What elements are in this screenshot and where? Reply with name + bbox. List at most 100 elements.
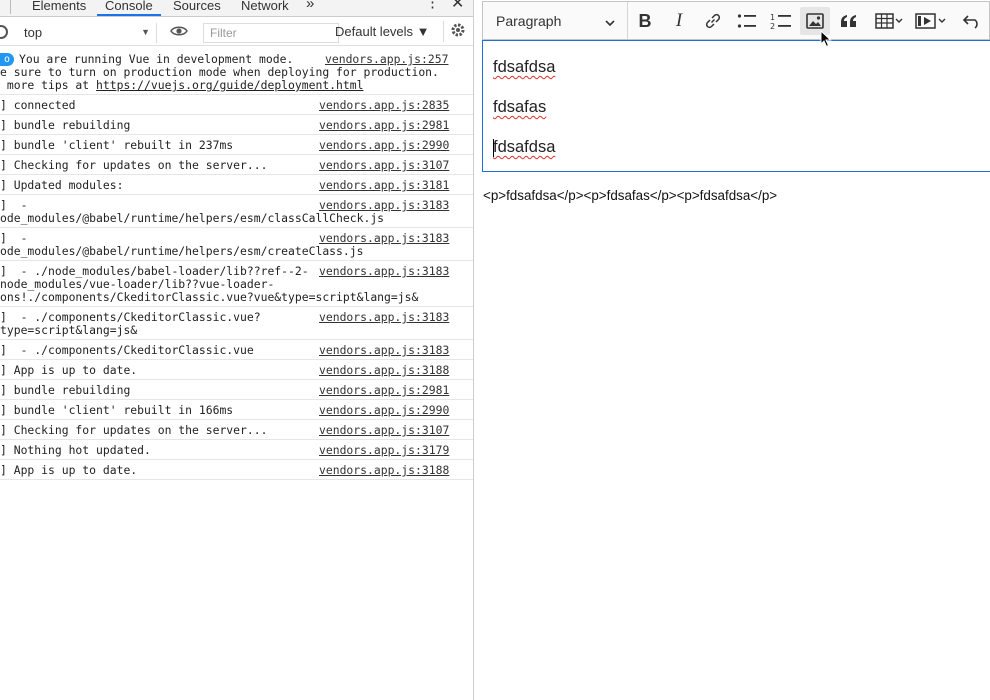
- console-message-text: ] Checking for updates on the server...: [0, 423, 268, 437]
- console-message-text: ] App is up to date.: [0, 463, 138, 477]
- console-message: ] bundle 'client' rebuilt in 166ms vendor…: [0, 400, 473, 420]
- dropdown-arrow-icon: ▼: [141, 27, 150, 37]
- console-message-text: ] bundle rebuilding: [0, 383, 131, 397]
- source-link[interactable]: vendors.app.js:3107: [319, 423, 449, 437]
- console-log: o You are running Vue in development mode…: [0, 49, 473, 480]
- console-message: ] - ./components/CkeditorClassic.vue vend…: [0, 340, 473, 360]
- console-message-text: ] Updated modules:: [0, 178, 124, 192]
- console-message-text: ] Nothing hot updated.: [0, 443, 151, 457]
- source-link[interactable]: vendors.app.js:3183: [319, 264, 449, 278]
- source-link[interactable]: vendors.app.js:3181: [319, 178, 449, 192]
- console-message-text: ons!./components/CkeditorClassic.vue?vue…: [0, 290, 419, 304]
- context-value: top: [24, 25, 43, 40]
- console-settings-icon[interactable]: [443, 21, 466, 42]
- console-message-text: ] - ./components/CkeditorClassic.vue?: [0, 310, 261, 324]
- editor-pane: Paragraph B I 12 fdsafdsa fdsafas fdsafd…: [474, 0, 990, 700]
- editor-paragraph[interactable]: fdsafdsa: [493, 138, 555, 157]
- heading-dropdown[interactable]: Paragraph: [483, 2, 628, 39]
- console-message: ] - ./node_modules/babel-loader/lib??ref…: [0, 261, 473, 307]
- source-link[interactable]: vendors.app.js:2981: [319, 118, 449, 132]
- console-message: ] bundle 'client' rebuilt in 237ms vendor…: [0, 135, 473, 155]
- console-message-text: node_modules/vue-loader/lib??vue-loader-: [0, 277, 275, 291]
- source-link[interactable]: vendors.app.js:2990: [319, 403, 449, 417]
- source-link[interactable]: vendors.app.js:3183: [319, 310, 449, 324]
- console-message-text: ] -: [0, 231, 28, 245]
- italic-icon[interactable]: I: [664, 7, 694, 35]
- bold-icon[interactable]: B: [630, 7, 660, 35]
- tab-elements[interactable]: Elements: [32, 0, 86, 16]
- console-message-text: ] Checking for updates on the server...: [0, 158, 268, 172]
- tab-separator: [10, 0, 11, 14]
- console-message: ] - ode_modules/@babel/runtime/helpers/es…: [0, 228, 473, 261]
- svg-text:2: 2: [770, 22, 775, 30]
- mouse-pointer-icon: [820, 29, 832, 53]
- console-message-text: ] connected: [0, 98, 76, 112]
- source-link[interactable]: vendors.app.js:3179: [319, 443, 449, 457]
- source-link[interactable]: vendors.app.js:3188: [319, 463, 449, 477]
- console-message: ] Checking for updates on the server... v…: [0, 155, 473, 175]
- console-message-text: more tips at https://vuejs.org/guide/dep…: [0, 78, 364, 92]
- console-message: ] - ./components/CkeditorClassic.vue? typ…: [0, 307, 473, 340]
- console-message-text: ] -: [0, 198, 28, 212]
- devtools-tab-bar: Elements Console Sources Network » ⋮ ✕: [0, 0, 473, 17]
- devtools-panel: Elements Console Sources Network » ⋮ ✕ t…: [0, 0, 474, 700]
- console-message: ] bundle rebuilding vendors.app.js:2981: [0, 380, 473, 400]
- undo-icon[interactable]: [957, 7, 987, 35]
- close-icon[interactable]: ✕: [451, 0, 464, 14]
- log-levels-dropdown[interactable]: Default levels ▼: [335, 24, 430, 39]
- console-message-text: ] - ./node_modules/babel-loader/lib??ref…: [0, 264, 309, 278]
- kebab-menu-icon[interactable]: ⋮: [425, 0, 440, 13]
- source-link[interactable]: vendors.app.js:3188: [319, 363, 449, 377]
- console-message: o You are running Vue in development mode…: [0, 49, 473, 95]
- more-tabs-button[interactable]: »: [306, 0, 314, 14]
- console-message: ] Nothing hot updated. vendors.app.js:317…: [0, 440, 473, 460]
- console-message-text: ode_modules/@babel/runtime/helpers/esm/c…: [0, 211, 385, 225]
- console-message: ] bundle rebuilding vendors.app.js:2981: [0, 115, 473, 135]
- console-message: ] - ode_modules/@babel/runtime/helpers/es…: [0, 195, 473, 228]
- heading-value: Paragraph: [496, 13, 562, 29]
- console-message: ] App is up to date. vendors.app.js:3188: [0, 360, 473, 380]
- console-message-text: ] bundle 'client' rebuilt in 166ms: [0, 403, 234, 417]
- svg-text:1: 1: [770, 13, 775, 22]
- console-message: ] Updated modules: vendors.app.js:3181: [0, 175, 473, 195]
- bulleted-list-icon[interactable]: [732, 7, 762, 35]
- chevron-down-icon: [605, 14, 615, 32]
- editor-toolbar: Paragraph B I 12: [482, 1, 990, 40]
- eye-icon[interactable]: [170, 23, 188, 42]
- tab-network[interactable]: Network: [241, 0, 289, 16]
- console-message-text: e sure to turn on production mode when d…: [0, 65, 439, 79]
- filter-input[interactable]: [203, 23, 339, 43]
- source-link[interactable]: vendors.app.js:3183: [319, 231, 449, 245]
- tab-sources[interactable]: Sources: [173, 0, 221, 16]
- console-message: ] connected vendors.app.js:2835: [0, 95, 473, 115]
- editor-paragraph[interactable]: fdsafdsa: [493, 58, 555, 77]
- console-message-text: ] - ./components/CkeditorClassic.vue: [0, 343, 254, 357]
- editor-content[interactable]: fdsafdsa fdsafas fdsafdsa: [482, 40, 990, 172]
- deployment-docs-link[interactable]: https://vuejs.org/guide/deployment.html: [96, 78, 363, 92]
- source-link[interactable]: vendors.app.js:2835: [319, 98, 449, 112]
- context-select[interactable]: top ▼: [16, 23, 157, 43]
- console-toolbar: top ▼ Default levels ▼: [0, 21, 473, 46]
- console-message-text: ode_modules/@babel/runtime/helpers/esm/c…: [0, 244, 364, 258]
- blockquote-icon[interactable]: [834, 7, 864, 35]
- source-link[interactable]: vendors.app.js:257: [325, 52, 448, 66]
- clear-console-icon[interactable]: [0, 25, 8, 39]
- media-icon[interactable]: [913, 7, 949, 35]
- source-link[interactable]: vendors.app.js:2981: [319, 383, 449, 397]
- link-icon[interactable]: [698, 7, 728, 35]
- console-message-text: You are running Vue in development mode.: [19, 52, 294, 66]
- console-message-text: ] bundle rebuilding: [0, 118, 131, 132]
- table-icon[interactable]: [872, 7, 906, 35]
- console-message-text: ] bundle 'client' rebuilt in 237ms: [0, 138, 234, 152]
- numbered-list-icon[interactable]: 12: [766, 7, 796, 35]
- editor-paragraph[interactable]: fdsafas: [493, 98, 546, 117]
- console-message: ] App is up to date. vendors.app.js:3188: [0, 460, 473, 480]
- source-link[interactable]: vendors.app.js:3183: [319, 198, 449, 212]
- source-link[interactable]: vendors.app.js:3183: [319, 343, 449, 357]
- source-link[interactable]: vendors.app.js:3107: [319, 158, 449, 172]
- html-output: <p>fdsafdsa</p><p>fdsafas</p><p>fdsafdsa…: [483, 188, 778, 203]
- source-link[interactable]: vendors.app.js:2990: [319, 138, 449, 152]
- console-message-text: ] App is up to date.: [0, 363, 138, 377]
- tab-console[interactable]: Console: [97, 0, 161, 16]
- text-caret: [493, 139, 494, 157]
